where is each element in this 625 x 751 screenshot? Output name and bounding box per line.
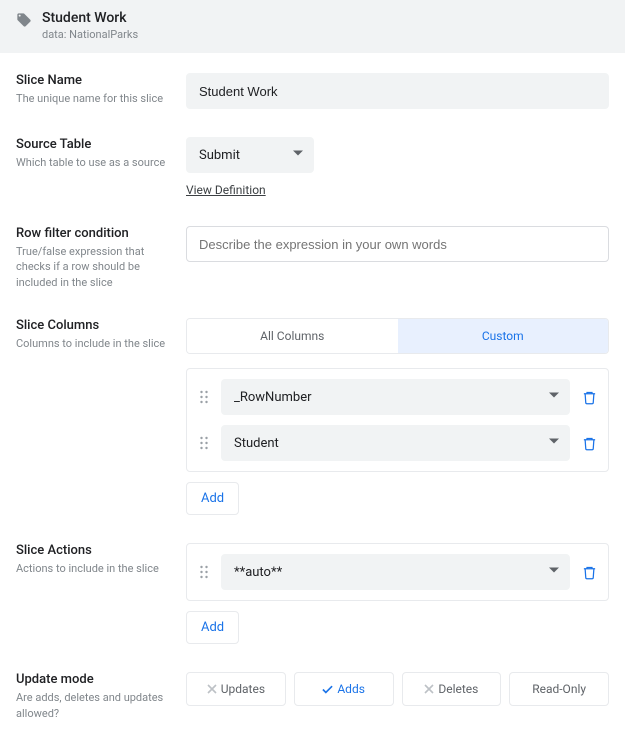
slice-actions-label: Slice Actions xyxy=(16,543,174,558)
columns-list: _RowNumber xyxy=(186,368,609,472)
source-table-select[interactable]: Submit xyxy=(186,137,314,173)
caret-down-icon xyxy=(549,436,559,451)
data-source-label: data: NationalParks xyxy=(42,28,138,41)
row-slice-columns: Slice Columns Columns to include in the … xyxy=(16,318,609,515)
drag-handle-icon[interactable] xyxy=(197,436,211,450)
tab-custom[interactable]: Custom xyxy=(398,319,609,353)
source-table-desc: Which table to use as a source xyxy=(16,155,174,170)
update-mode-group: Updates Adds Deletes Read-Only xyxy=(186,672,609,706)
mode-label: Deletes xyxy=(438,682,478,696)
tag-icon xyxy=(16,10,32,32)
slice-name-input[interactable] xyxy=(186,73,609,109)
list-item: **auto** xyxy=(197,554,598,590)
slice-name-label: Slice Name xyxy=(16,73,174,88)
mode-deletes-button[interactable]: Deletes xyxy=(402,672,502,706)
row-slice-name: Slice Name The unique name for this slic… xyxy=(16,73,609,109)
data-source: NationalParks xyxy=(69,28,138,41)
delete-column-button[interactable] xyxy=(580,390,598,405)
mode-label: Read-Only xyxy=(532,682,586,696)
delete-action-button[interactable] xyxy=(580,565,598,580)
row-source-table: Source Table Which table to use as a sou… xyxy=(16,137,609,198)
slice-name-desc: The unique name for this slice xyxy=(16,91,174,106)
view-definition-link[interactable]: View Definition xyxy=(186,183,266,197)
caret-down-icon xyxy=(549,390,559,405)
slice-actions-desc: Actions to include in the slice xyxy=(16,561,174,576)
drag-handle-icon[interactable] xyxy=(197,565,211,579)
columns-tabs: All Columns Custom xyxy=(186,318,609,354)
action-value: **auto** xyxy=(234,565,282,580)
page-title: Student Work xyxy=(42,10,138,26)
row-filter-condition: Row filter condition True/false expressi… xyxy=(16,226,609,290)
data-prefix: data: xyxy=(42,28,66,41)
check-icon xyxy=(322,684,333,695)
action-select[interactable]: **auto** xyxy=(221,554,570,590)
row-filter-label: Row filter condition xyxy=(16,226,174,241)
update-mode-desc: Are adds, deletes and updates allowed? xyxy=(16,690,174,721)
actions-list: **auto** xyxy=(186,543,609,601)
mode-adds-button[interactable]: Adds xyxy=(294,672,394,706)
delete-column-button[interactable] xyxy=(580,436,598,451)
drag-handle-icon[interactable] xyxy=(197,390,211,404)
slice-columns-label: Slice Columns xyxy=(16,318,174,333)
slice-columns-desc: Columns to include in the slice xyxy=(16,336,174,351)
x-icon xyxy=(207,684,217,694)
caret-down-icon xyxy=(293,148,303,163)
list-item: _RowNumber xyxy=(197,379,598,415)
x-icon xyxy=(424,684,434,694)
row-filter-desc: True/false expression that checks if a r… xyxy=(16,244,174,290)
mode-label: Adds xyxy=(337,682,365,696)
list-item: Student xyxy=(197,425,598,461)
tab-all-columns[interactable]: All Columns xyxy=(187,319,398,353)
add-action-button[interactable]: Add xyxy=(186,611,239,644)
page-header: Student Work data: NationalParks xyxy=(0,0,625,53)
column-select[interactable]: _RowNumber xyxy=(221,379,570,415)
add-column-button[interactable]: Add xyxy=(186,482,239,515)
column-select[interactable]: Student xyxy=(221,425,570,461)
update-mode-label: Update mode xyxy=(16,672,174,687)
row-update-mode: Update mode Are adds, deletes and update… xyxy=(16,672,609,721)
row-slice-actions: Slice Actions Actions to include in the … xyxy=(16,543,609,644)
mode-label: Updates xyxy=(221,682,265,696)
caret-down-icon xyxy=(549,565,559,580)
mode-readonly-button[interactable]: Read-Only xyxy=(509,672,609,706)
source-table-value: Submit xyxy=(199,148,240,163)
row-filter-input[interactable] xyxy=(186,226,609,262)
column-value: Student xyxy=(234,436,279,451)
column-value: _RowNumber xyxy=(234,390,312,405)
source-table-label: Source Table xyxy=(16,137,174,152)
mode-updates-button[interactable]: Updates xyxy=(186,672,286,706)
